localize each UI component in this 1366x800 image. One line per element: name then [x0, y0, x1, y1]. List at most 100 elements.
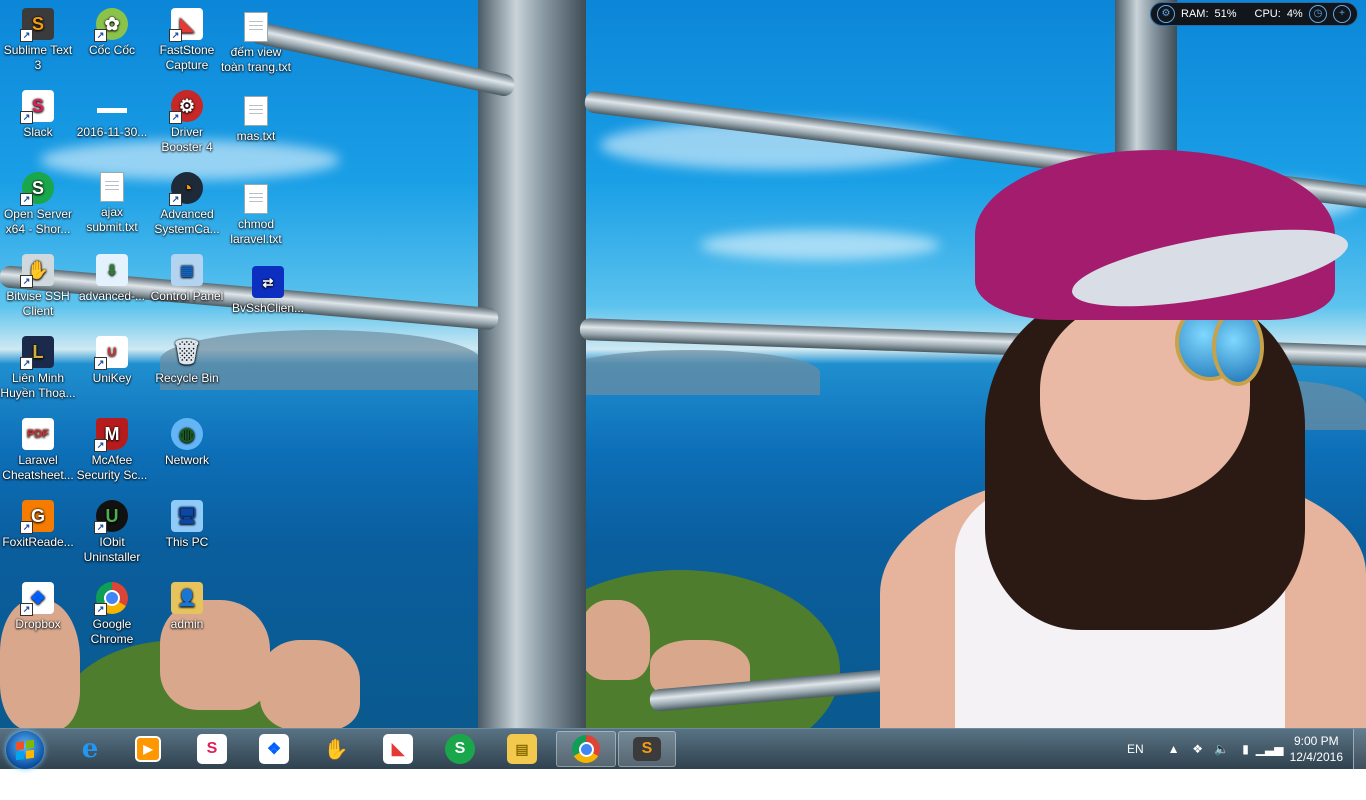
desktop-icon-open-server[interactable]: S ↗ Open Server x64 - Shor...: [0, 166, 76, 246]
desktop-icon-chmod[interactable]: chmod laravel.txt: [218, 178, 294, 258]
icon-label: FoxitReade...: [2, 535, 74, 549]
network-signal-icon[interactable]: ▁▃▅: [1256, 741, 1284, 757]
icon-label: BvSshClien...: [231, 301, 305, 315]
icon-label: Driver Booster 4: [161, 125, 213, 154]
dropbox-icon: ❖ ↗: [20, 582, 54, 616]
network-icon: ◍: [171, 418, 203, 450]
desktop-icon-league-of-legends[interactable]: L ↗ Liên Minh Huyền Thoạ...: [0, 330, 76, 410]
dropbox-tray-icon[interactable]: ❖: [1190, 741, 1206, 757]
icon-label: ajax submit.txt: [86, 205, 138, 234]
icon-label: UniKey: [92, 371, 132, 385]
pdf-file-icon: PDF: [22, 418, 54, 450]
windows-logo-icon: [16, 739, 34, 761]
icon-label: Bitvise SSH Client: [6, 289, 70, 318]
desktop-icon-iobit-uninstaller[interactable]: U ↗ IObit Uninstaller: [74, 494, 150, 574]
desktop-icon-bvssh-client[interactable]: ⇄ BvSshClien...: [230, 260, 306, 340]
desktop-icon-network[interactable]: ◍ Network: [149, 412, 225, 492]
dropbox-icon: ❖: [259, 734, 289, 764]
desktop-icon-advanced-systemcare[interactable]: ◔ ↗ Advanced SystemCa...: [149, 166, 225, 246]
cpu-value: 4%: [1286, 8, 1303, 20]
desktop-icon-advanced-installer[interactable]: ⬇ advanced-...: [74, 248, 150, 328]
desktop-icon-bitvise[interactable]: ✋ ↗ Bitvise SSH Client: [0, 248, 76, 328]
iobit-uninstaller-icon: U ↗: [94, 500, 128, 534]
system-monitor-widget[interactable]: ⚙ RAM: 51% CPU: 4% ◷ +: [1150, 2, 1358, 26]
desktop-icon-2016-file[interactable]: 2016-11-30...: [74, 84, 150, 164]
icon-label: Slack: [23, 125, 53, 139]
icon-label: Sublime Text 3: [3, 43, 73, 72]
ram-label: RAM:: [1181, 8, 1209, 20]
icon-label: Open Server x64 - Shor...: [3, 207, 73, 236]
desktop-icon-ajax[interactable]: ajax submit.txt: [74, 166, 150, 246]
icon-label: This PC: [165, 535, 209, 549]
taskbar-internet-explorer[interactable]: e: [62, 731, 118, 767]
plus-icon[interactable]: +: [1333, 5, 1351, 23]
generic-file-icon: [96, 90, 128, 122]
icon-label: Control Panel: [150, 289, 224, 303]
desktop-icon-foxit[interactable]: G ↗ FoxitReade...: [0, 494, 76, 574]
user-folder-icon: 👤: [171, 582, 203, 614]
clock-time: 9:00 PM: [1293, 734, 1339, 748]
cpu-label: CPU:: [1254, 8, 1281, 20]
text-file-icon: [244, 96, 268, 126]
desktop-icon-coccoc[interactable]: ✿ ↗ Cốc Cốc: [74, 2, 150, 82]
icon-label: Google Chrome: [90, 617, 134, 646]
icon-label: admin: [170, 617, 204, 631]
icon-label: 2016-11-30...: [76, 125, 148, 139]
control-panel-icon: ▦: [171, 254, 203, 286]
desktop-icon-chrome[interactable]: ↗ Google Chrome: [74, 576, 150, 656]
taskbar-media-player[interactable]: ▶: [120, 731, 176, 767]
taskbar-file-explorer[interactable]: ▤: [494, 731, 550, 767]
mcafee-icon: M ↗: [94, 418, 128, 452]
text-file-icon: [244, 184, 268, 214]
open-server-icon: S: [445, 734, 475, 764]
icon-label: McAfee Security Sc...: [76, 453, 148, 482]
show-hidden-icons-icon[interactable]: ▲: [1166, 741, 1182, 757]
icon-label: Network: [164, 453, 209, 467]
start-button[interactable]: [6, 731, 44, 769]
desktop-icon-dem-view[interactable]: đếm view toàn trang.txt: [218, 6, 294, 86]
advanced-systemcare-icon: ◔ ↗: [169, 172, 203, 206]
icon-label: Dropbox: [15, 617, 61, 631]
widget-logo-icon: ⚙: [1157, 5, 1175, 23]
taskbar-dropbox[interactable]: ❖: [246, 731, 302, 767]
bitvise-ssh-icon: ✋ ↗: [20, 254, 54, 288]
desktop-icon-control-panel[interactable]: ▦ Control Panel: [149, 248, 225, 328]
desktop-icon-recycle-bin[interactable]: 🗑 Recycle Bin: [149, 330, 225, 410]
clock[interactable]: 9:00 PM 12/4/2016: [1290, 733, 1343, 765]
language-indicator[interactable]: EN: [1127, 742, 1144, 756]
show-desktop-button[interactable]: [1353, 729, 1366, 769]
ram-value: 51%: [1214, 8, 1237, 20]
taskbar-faststone[interactable]: ◣: [370, 731, 426, 767]
this-pc-icon: 🖥: [171, 500, 203, 532]
desktop-icon-sublime-text[interactable]: S ↗ Sublime Text 3: [0, 2, 76, 82]
icon-label: chmod laravel.txt: [230, 217, 282, 246]
folder-icon: ▤: [507, 734, 537, 764]
sublime-text-icon: S: [633, 737, 661, 761]
text-file-icon: [244, 12, 268, 42]
taskbar: e ▶ S ❖ ✋ ◣ S ▤ S EN ▲ ❖ 🔈 ▮ ▁▃▅ 9:00 PM…: [0, 728, 1366, 769]
text-file-icon: [100, 172, 124, 202]
desktop-icon-faststone[interactable]: ◣ ↗ FastStone Capture: [149, 2, 225, 82]
coccoc-browser-icon: ✿ ↗: [94, 8, 128, 42]
slack-icon: S ↗: [20, 90, 54, 124]
taskbar-open-server[interactable]: S: [432, 731, 488, 767]
speed-icon[interactable]: ◷: [1309, 5, 1327, 23]
desktop-icon-driver-booster[interactable]: ⚙ ↗ Driver Booster 4: [149, 84, 225, 164]
desktop-icon-dropbox[interactable]: ❖ ↗ Dropbox: [0, 576, 76, 656]
volume-icon[interactable]: 🔈: [1214, 741, 1230, 757]
taskbar-slack[interactable]: S: [184, 731, 240, 767]
desktop-icon-mcafee[interactable]: M ↗ McAfee Security Sc...: [74, 412, 150, 492]
battery-icon[interactable]: ▮: [1238, 741, 1254, 757]
desktop-icon-mas[interactable]: mas.txt: [218, 90, 294, 170]
desktop-icon-laravel-cheatsheet[interactable]: PDF Laravel Cheatsheet...: [0, 412, 76, 492]
unikey-icon: U ↗: [94, 336, 128, 370]
taskbar-sublime-text[interactable]: S: [618, 731, 676, 767]
bitvise-ssh-icon: ✋: [323, 738, 349, 761]
taskbar-bitvise[interactable]: ✋: [308, 731, 364, 767]
desktop-icon-slack[interactable]: S ↗ Slack: [0, 84, 76, 164]
bvssh-client-icon: ⇄: [252, 266, 284, 298]
desktop-icon-unikey[interactable]: U ↗ UniKey: [74, 330, 150, 410]
taskbar-chrome[interactable]: [556, 731, 616, 767]
desktop-icon-admin[interactable]: 👤 admin: [149, 576, 225, 656]
desktop-icon-this-pc[interactable]: 🖥 This PC: [149, 494, 225, 574]
